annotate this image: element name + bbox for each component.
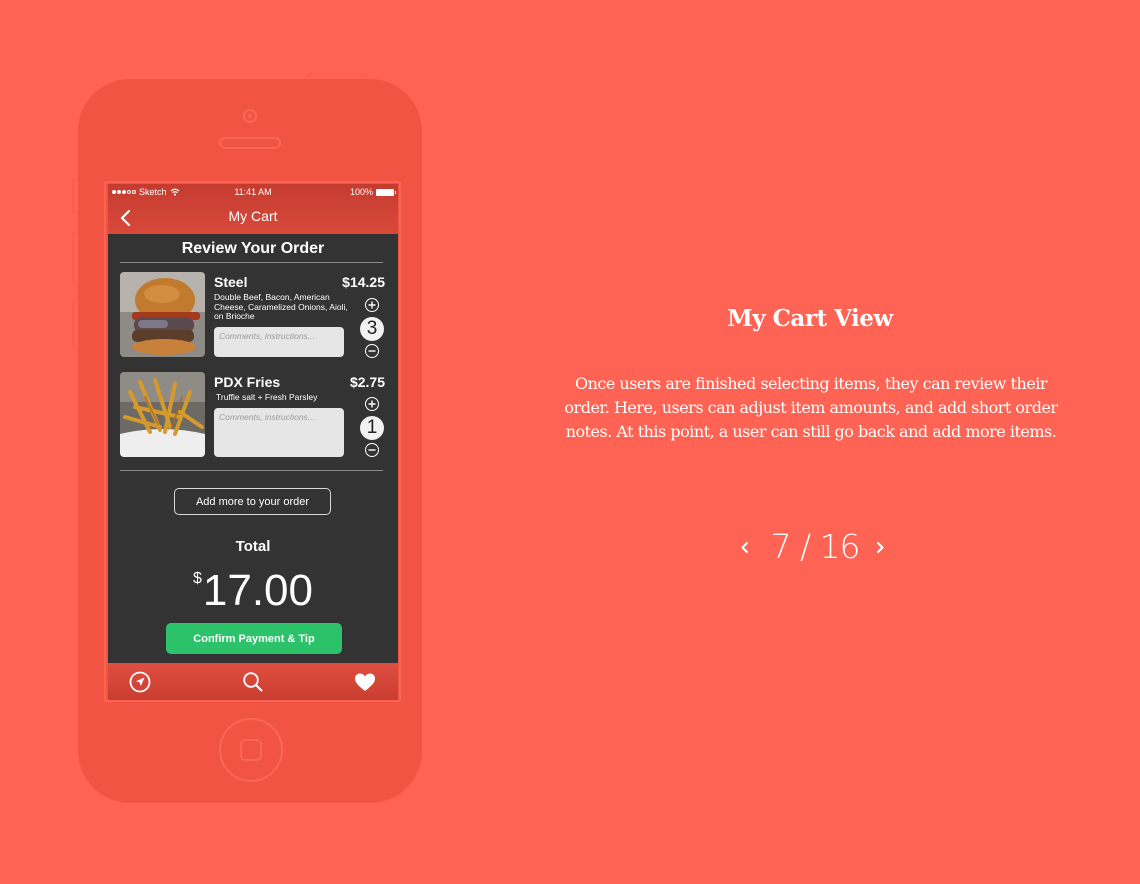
total-value: 17.00 [202, 566, 313, 615]
home-button [219, 718, 283, 782]
plus-icon [368, 400, 376, 408]
slide-pager: 7 / 16 [730, 527, 900, 567]
fries-photo [120, 372, 205, 457]
chevron-left-icon [741, 542, 748, 553]
plus-icon [368, 301, 376, 309]
minus-icon [368, 449, 376, 451]
compass-icon [129, 671, 151, 693]
next-slide-button[interactable] [870, 535, 890, 559]
quantity-value: 1 [360, 416, 384, 440]
search-icon [243, 672, 263, 692]
increase-quantity-button[interactable] [365, 397, 379, 411]
slide-description: Once users are finished selecting items,… [564, 374, 1058, 441]
home-button-square-icon [240, 739, 262, 761]
item-name: Steel [214, 274, 248, 290]
chevron-right-icon [877, 542, 884, 553]
previous-slide-button[interactable] [735, 535, 755, 559]
cart-item: Steel $14.25 Double Beef, Bacon, America… [120, 272, 388, 362]
increase-quantity-button[interactable] [365, 298, 379, 312]
total-label: Total [235, 538, 271, 555]
slide-counter: 7 / 16 [770, 527, 860, 566]
item-price: $2.75 [349, 374, 385, 390]
item-name: PDX Fries [214, 374, 281, 390]
add-more-button[interactable]: Add more to your order [174, 488, 331, 515]
heart-icon [355, 673, 375, 691]
tab-bar [108, 663, 398, 700]
tab-explore[interactable] [128, 670, 152, 694]
battery-indicator: 100% [349, 187, 396, 197]
decrease-quantity-button[interactable] [365, 443, 379, 457]
phone-screen: Sketch 11:41 AM 100% My Cart Review Your… [108, 184, 398, 700]
total-amount: $17.00 [108, 554, 398, 616]
front-camera [243, 109, 257, 123]
quantity-stepper: 3 [360, 298, 384, 358]
navbar: Sketch 11:41 AM 100% My Cart [108, 184, 398, 234]
item-description: Truffle salt + Fresh Parsley [216, 392, 318, 402]
cart-item: PDX Fries $2.75 Truffle salt + Fresh Par… [120, 372, 388, 462]
nav-title: My Cart [228, 208, 278, 224]
quantity-stepper: 1 [360, 397, 384, 457]
comment-input[interactable] [214, 408, 344, 457]
item-price: $14.25 [342, 274, 385, 290]
minus-icon [368, 350, 376, 352]
divider [120, 262, 383, 263]
comment-input[interactable] [214, 327, 344, 357]
decrease-quantity-button[interactable] [365, 344, 379, 358]
review-order-heading: Review Your Order [181, 240, 325, 257]
battery-percent: 100% [349, 187, 373, 197]
slide-title: My Cart View [727, 305, 893, 332]
burger-photo [120, 272, 205, 357]
tab-search[interactable] [241, 670, 265, 694]
confirm-payment-button[interactable]: Confirm Payment & Tip [166, 623, 342, 654]
tab-favorites[interactable] [353, 670, 377, 694]
status-bar: Sketch 11:41 AM 100% [108, 186, 398, 200]
total-currency: $ [192, 570, 202, 587]
battery-icon [376, 188, 396, 196]
quantity-value: 3 [360, 317, 384, 341]
item-description: Double Beef, Bacon, American Cheese, Car… [214, 292, 348, 321]
earpiece-speaker [219, 137, 281, 149]
divider [120, 470, 383, 471]
